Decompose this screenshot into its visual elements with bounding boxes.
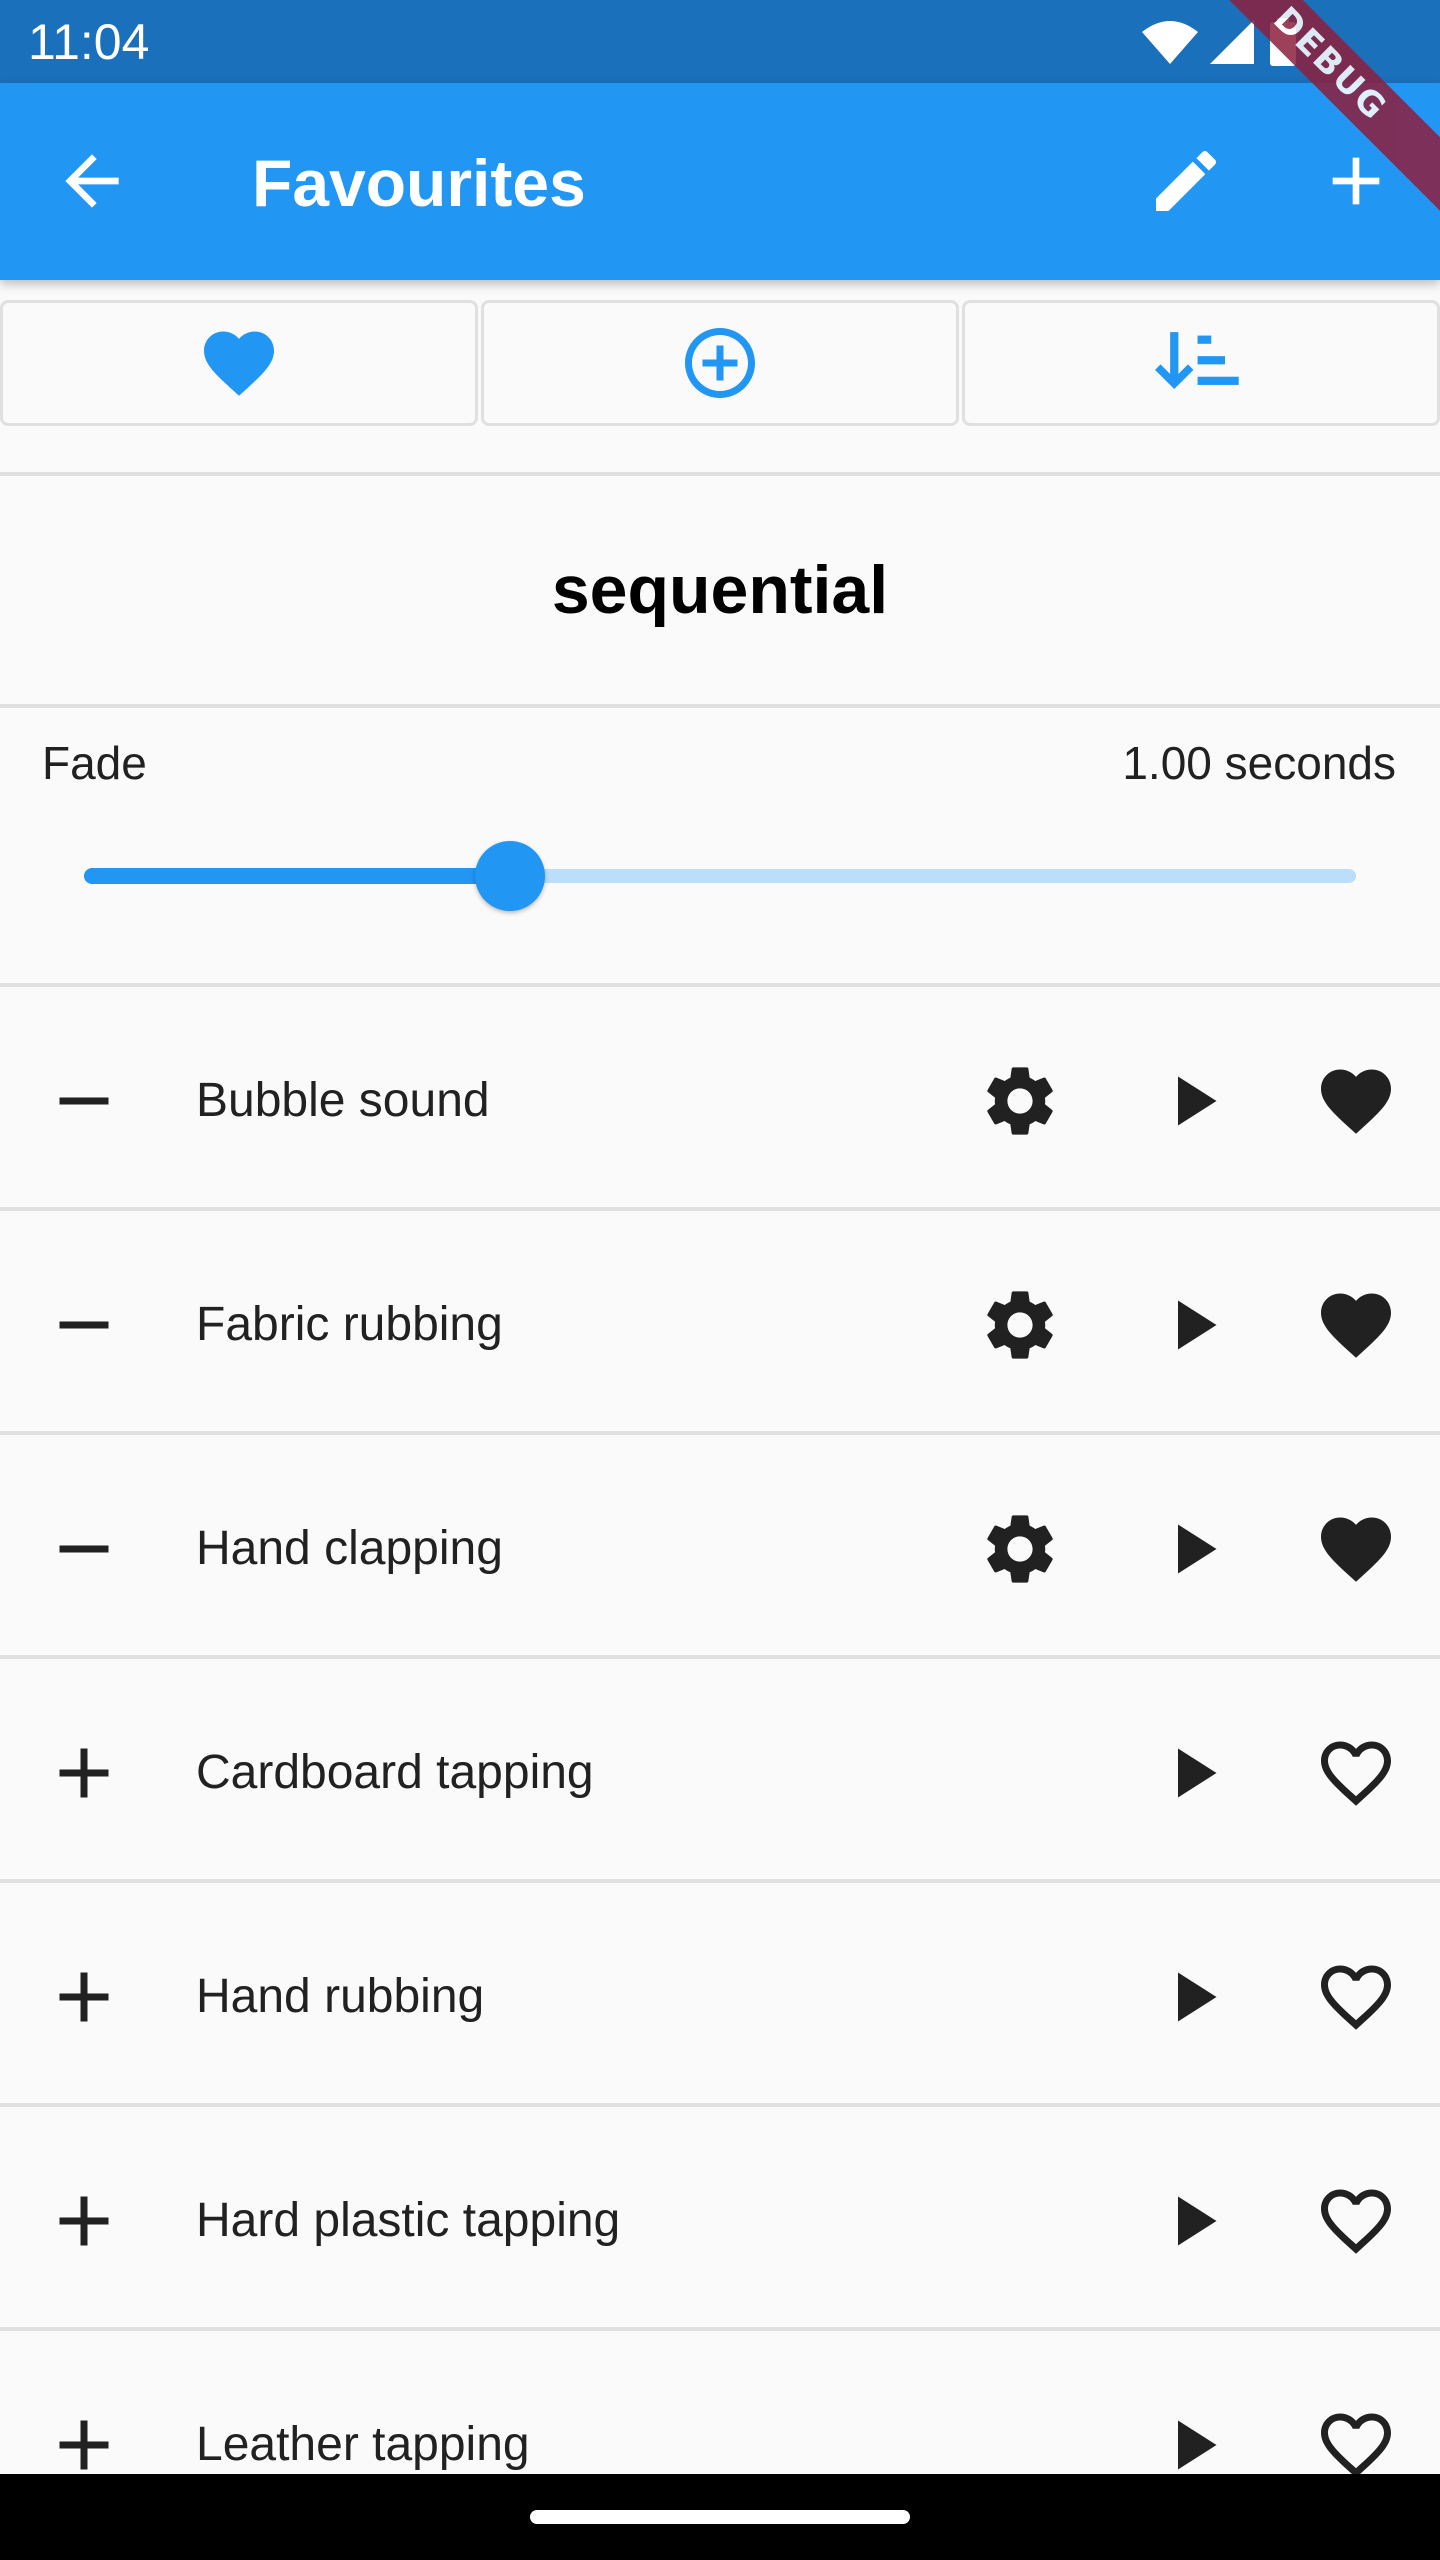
heart-outline-icon [1321, 2189, 1391, 2254]
section-title: sequential [551, 552, 889, 628]
play-button[interactable] [1150, 1731, 1234, 1815]
play-button[interactable] [1150, 1507, 1234, 1591]
sound-name: Hand clapping [196, 1522, 503, 1575]
status-time: 11:04 [28, 14, 150, 70]
minus-icon [59, 1321, 109, 1329]
heart-icon [1321, 1293, 1391, 1358]
heart-icon [204, 331, 274, 396]
sound-row: Bubble sound [0, 987, 1440, 1211]
divider [0, 472, 1440, 476]
remove-from-sequence-button[interactable] [42, 1507, 126, 1591]
sound-list: Bubble sound Fabric rubbing Hand clapping C… [0, 987, 1440, 2555]
toggle-buttons [0, 300, 1440, 428]
add-to-sequence-button[interactable] [42, 2179, 126, 2263]
sound-settings-button[interactable] [978, 1059, 1062, 1143]
play-button[interactable] [1150, 2179, 1234, 2263]
edit-button[interactable] [1146, 141, 1226, 221]
play-button[interactable] [1150, 1955, 1234, 2039]
favourite-toggle[interactable] [1314, 2179, 1398, 2263]
screen: 11:04 DEBUG Favourites sequential Fade 1… [0, 0, 1440, 2560]
remove-from-sequence-button[interactable] [42, 1283, 126, 1367]
page-title: Favourites [252, 146, 586, 220]
cellular-signal-icon [1210, 20, 1254, 64]
favourite-toggle[interactable] [1314, 1507, 1398, 1591]
navigation-bar [0, 2474, 1440, 2560]
toggle-sort[interactable] [962, 300, 1440, 426]
play-icon [1178, 1748, 1217, 1798]
sound-name: Cardboard tapping [196, 1746, 594, 1799]
wifi-icon [1142, 21, 1198, 64]
plus-icon [59, 1748, 109, 1798]
edit-pencil-icon [1156, 150, 1217, 211]
heart-icon [1321, 1069, 1391, 1134]
heart-outline-icon [1321, 1741, 1391, 1806]
add-to-sequence-button[interactable] [42, 1731, 126, 1815]
favourite-toggle[interactable] [1314, 1059, 1398, 1143]
play-icon [1178, 1076, 1217, 1126]
play-icon [1178, 2196, 1217, 2246]
gear-icon [987, 1515, 1053, 1583]
sound-settings-button[interactable] [978, 1283, 1062, 1367]
sound-row: Fabric rubbing [0, 1211, 1440, 1435]
favourite-toggle[interactable] [1314, 1955, 1398, 2039]
heart-outline-icon [1321, 1965, 1391, 2030]
play-button[interactable] [1150, 1283, 1234, 1367]
minus-icon [59, 1545, 109, 1553]
play-icon [1178, 1300, 1217, 1350]
heart-icon [1321, 1517, 1391, 1582]
minus-icon [59, 1097, 109, 1105]
sound-settings-button[interactable] [978, 1507, 1062, 1591]
favourite-toggle[interactable] [1314, 1731, 1398, 1815]
play-button[interactable] [1150, 1059, 1234, 1143]
divider [0, 704, 1440, 708]
sound-row: Hard plastic tapping [0, 2107, 1440, 2331]
fade-label: Fade [42, 737, 147, 789]
app-bar: Favourites [0, 83, 1440, 280]
back-button[interactable] [52, 141, 132, 221]
favourite-toggle[interactable] [1314, 1283, 1398, 1367]
toggle-favourites[interactable] [0, 300, 478, 426]
sound-name: Bubble sound [196, 1074, 490, 1127]
arrow-back-icon [65, 154, 119, 208]
sound-name: Fabric rubbing [196, 1298, 503, 1351]
fade-slider[interactable] [84, 841, 1356, 911]
plus-icon [59, 1972, 109, 2022]
sound-row: Cardboard tapping [0, 1659, 1440, 1883]
play-icon [1178, 1972, 1217, 2022]
remove-from-sequence-button[interactable] [42, 1059, 126, 1143]
sound-row: Hand clapping [0, 1435, 1440, 1659]
sort-icon [1155, 332, 1239, 390]
toggle-add[interactable] [481, 300, 959, 426]
sound-name: Hand rubbing [196, 1970, 485, 2023]
play-icon [1178, 1524, 1217, 1574]
slider-active-track [84, 868, 510, 884]
gear-icon [987, 1291, 1053, 1359]
slider-thumb[interactable] [475, 841, 545, 911]
status-bar: 11:04 [0, 0, 1440, 83]
add-circle-outline-icon [685, 328, 755, 398]
sound-name: Leather tapping [196, 2418, 530, 2471]
fade-value: 1.00 seconds [1122, 737, 1396, 789]
sound-row: Hand rubbing [0, 1883, 1440, 2107]
add-to-sequence-button[interactable] [42, 1955, 126, 2039]
plus-icon [59, 2196, 109, 2246]
home-gesture-handle[interactable] [530, 2510, 910, 2524]
sound-name: Hard plastic tapping [196, 2194, 621, 2247]
gear-icon [987, 1067, 1053, 1135]
